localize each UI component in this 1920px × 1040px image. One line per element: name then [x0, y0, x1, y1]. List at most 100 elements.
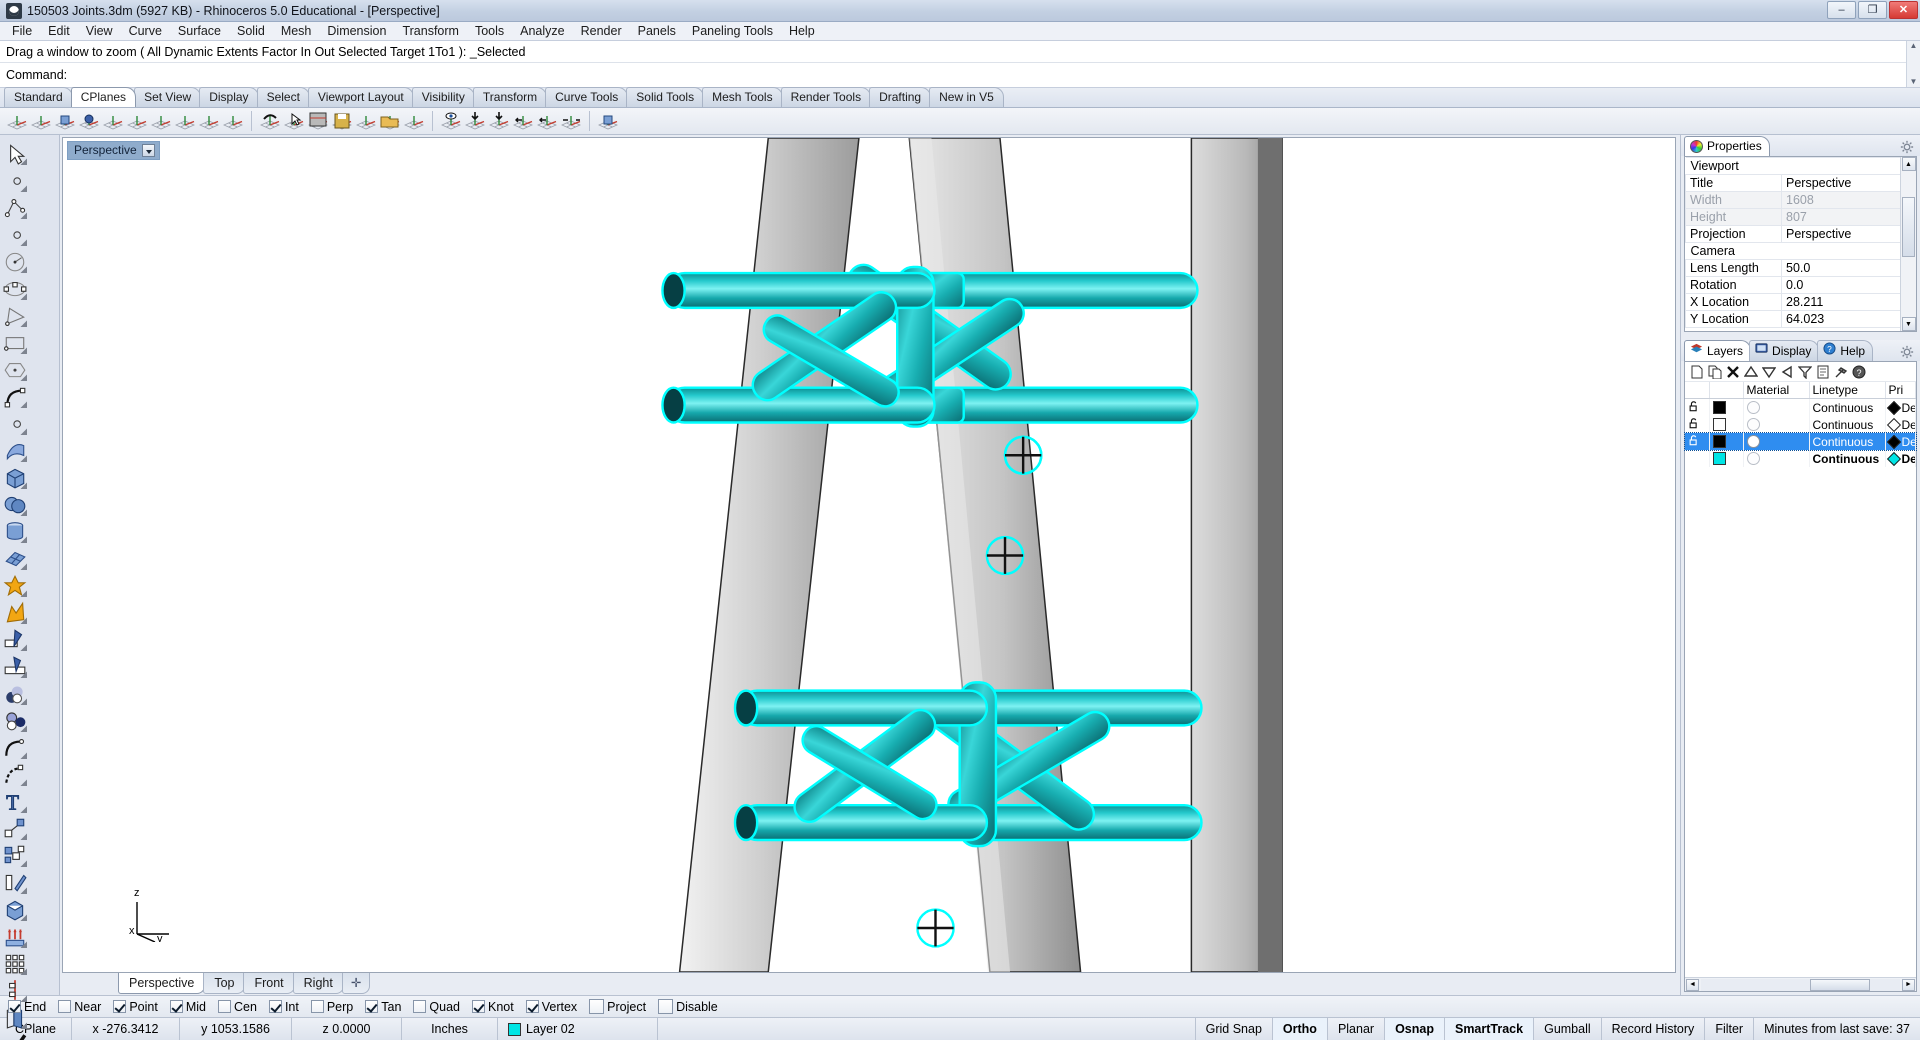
layer-print-cell[interactable]: Def [1885, 398, 1916, 416]
cap-solid-icon[interactable] [0, 895, 30, 922]
close-button[interactable]: ✕ [1889, 1, 1918, 19]
new-layer-icon[interactable] [1690, 365, 1704, 379]
surface-from-points-icon[interactable] [0, 409, 30, 436]
move-down-icon[interactable] [1761, 365, 1777, 379]
set-cplane-world-right-icon[interactable] [198, 110, 220, 132]
osnap-near[interactable]: Near [58, 1000, 101, 1014]
scroll-up-icon[interactable]: ▲ [1910, 41, 1918, 51]
osnap-project[interactable]: Project [589, 999, 646, 1014]
osnap-cen[interactable]: Cen [218, 1000, 257, 1014]
restore-cplane-icon[interactable] [355, 110, 377, 132]
menu-item-panels[interactable]: Panels [630, 23, 684, 39]
set-cplane-origin-icon[interactable] [6, 110, 28, 132]
layer-row[interactable]: Continuous Def [1684, 432, 1917, 451]
status-units[interactable]: Inches [402, 1018, 498, 1040]
osnap-vertex[interactable]: Vertex [525, 1000, 577, 1014]
status-toggle-record-history[interactable]: Record History [1602, 1018, 1706, 1040]
trim-icon[interactable] [0, 625, 30, 652]
layer-color-swatch[interactable] [1712, 400, 1726, 414]
polyline-icon[interactable] [0, 193, 30, 220]
osnap-disable-checkbox[interactable] [658, 999, 674, 1014]
fillet-curve-icon[interactable] [0, 733, 30, 760]
set-cplane-to-object-icon[interactable] [54, 110, 76, 132]
undo-cplane-change-icon[interactable] [259, 110, 281, 132]
viewport-tab-right[interactable]: Right [292, 973, 344, 994]
circle-center-radius-icon[interactable] [0, 247, 30, 274]
tab-layers[interactable]: Layers [1684, 340, 1752, 361]
status-current-layer[interactable]: Layer 02 [498, 1018, 658, 1040]
set-cplane-perpendicular-icon[interactable] [222, 110, 244, 132]
layers-scroll-track[interactable] [1701, 978, 1900, 991]
toolbar-tab-new-in-v5[interactable]: New in V5 [929, 87, 1004, 107]
box-solid-icon[interactable] [0, 463, 30, 490]
control-point-curve-icon[interactable] [0, 220, 30, 247]
menu-item-file[interactable]: File [4, 23, 40, 39]
ellipse-icon[interactable] [0, 274, 30, 301]
cplane-swap-icon[interactable] [512, 110, 534, 132]
toolbar-tab-select[interactable]: Select [256, 87, 310, 107]
menu-item-paneling-tools[interactable]: Paneling Tools [684, 23, 781, 39]
layers-scroll-left-icon[interactable]: ◄ [1686, 978, 1699, 991]
toolbar-tab-cplanes[interactable]: CPlanes [70, 87, 137, 107]
osnap-knot-checkbox[interactable] [472, 1000, 485, 1013]
osnap-point-checkbox[interactable] [113, 1000, 127, 1013]
boolean-sphere-icon[interactable] [0, 679, 30, 706]
material-circle-icon[interactable] [1746, 417, 1760, 431]
set-cplane-rotate-icon[interactable] [126, 110, 148, 132]
layers-column-header[interactable]: Material [1743, 382, 1810, 399]
layer-print-cell[interactable]: Def [1885, 416, 1916, 433]
viewport-tab-perspective[interactable]: Perspective [118, 973, 206, 994]
menu-item-help[interactable]: Help [781, 23, 823, 39]
osnap-quad-checkbox[interactable] [413, 1000, 427, 1013]
toolbar-tab-drafting[interactable]: Drafting [869, 87, 932, 107]
properties-row-value[interactable]: Perspective [1781, 225, 1916, 243]
osnap-perp[interactable]: Perp [310, 1000, 353, 1014]
print-color-diamond-icon[interactable] [1886, 451, 1901, 466]
toolbar-tab-solid-tools[interactable]: Solid Tools [626, 87, 705, 107]
perspective-viewport[interactable]: Perspective x y z [62, 137, 1676, 973]
layer-material-cell[interactable] [1743, 398, 1810, 416]
layer-linetype-cell[interactable]: Continuous [1809, 433, 1886, 450]
menu-item-tools[interactable]: Tools [467, 23, 512, 39]
layer-color-cell[interactable] [1709, 398, 1744, 416]
help-icon[interactable]: ? [1852, 365, 1866, 379]
duplicate-layer-icon[interactable] [1708, 365, 1722, 379]
osnap-knot[interactable]: Knot [472, 1000, 514, 1014]
osnap-disable[interactable]: Disable [658, 999, 718, 1014]
layers-gear-icon[interactable] [1900, 345, 1914, 359]
properties-scrollbar[interactable]: ▲ ▼ [1900, 157, 1916, 331]
scale-icon[interactable] [0, 814, 30, 841]
tab-help[interactable]: ? Help [1817, 340, 1874, 361]
material-circle-icon[interactable] [1746, 451, 1760, 465]
extrude-surface-icon[interactable] [0, 922, 30, 949]
properties-row-value[interactable]: 50.0 [1781, 259, 1916, 277]
lock-open-icon[interactable] [1688, 418, 1700, 432]
text-tool-icon[interactable]: T [0, 787, 30, 815]
osnap-tan[interactable]: Tan [365, 1000, 401, 1014]
set-cplane-world-top-icon[interactable] [150, 110, 172, 132]
checkmark-ok-icon[interactable] [0, 1030, 30, 1040]
properties-scroll-down-icon[interactable]: ▼ [1901, 317, 1916, 331]
layer-lock-cell[interactable] [1685, 433, 1710, 450]
status-toggle-osnap[interactable]: Osnap [1385, 1018, 1445, 1040]
select-point-icon[interactable] [0, 166, 30, 193]
array-icon[interactable] [0, 841, 30, 868]
menu-item-analyze[interactable]: Analyze [512, 23, 572, 39]
print-color-diamond-icon[interactable] [1886, 417, 1901, 432]
explode-icon[interactable] [0, 598, 30, 625]
viewport-title-bar[interactable]: Perspective [67, 141, 160, 160]
current-layer-color-swatch[interactable] [508, 1022, 521, 1036]
layer-color-swatch[interactable] [1712, 417, 1726, 431]
offset-surface-icon[interactable] [0, 868, 30, 895]
properties-icon[interactable] [1816, 365, 1830, 379]
toolbar-tab-mesh-tools[interactable]: Mesh Tools [702, 87, 783, 107]
properties-row-value[interactable]: 28.211 [1781, 293, 1916, 311]
set-cplane-elevation-icon[interactable] [30, 110, 52, 132]
status-toggle-smarttrack[interactable]: SmartTrack [1444, 1018, 1535, 1040]
layer-print-cell[interactable]: Def [1885, 433, 1916, 450]
layers-scroll-right-icon[interactable]: ► [1902, 978, 1915, 991]
osnap-quad[interactable]: Quad [413, 1000, 460, 1014]
toolbar-tab-set-view[interactable]: Set View [134, 87, 202, 107]
menu-item-edit[interactable]: Edit [40, 23, 78, 39]
boolean-difference-icon[interactable] [0, 706, 30, 733]
